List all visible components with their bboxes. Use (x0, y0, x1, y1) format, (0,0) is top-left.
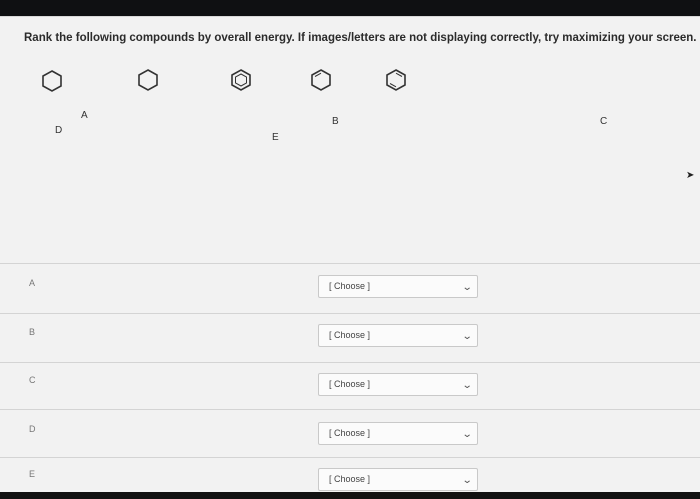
row-label-d: D (29, 424, 36, 434)
rank-select-b[interactable]: [ Choose ] ⌄ (318, 324, 478, 347)
mouse-cursor-icon: ➤ (686, 170, 695, 181)
rank-select-a[interactable]: [ Choose ] ⌄ (318, 275, 478, 298)
molecule-3-image (230, 68, 252, 92)
molecule-1-image (41, 69, 63, 93)
molecule-2-image (137, 68, 159, 92)
rank-select-c[interactable]: [ Choose ] ⌄ (318, 373, 478, 396)
molecule-5-image (385, 68, 407, 92)
hexagon-ring-icon (138, 69, 158, 91)
hexagon-ring-icon (386, 69, 406, 91)
row-label-c: C (29, 375, 36, 385)
chevron-down-icon: ⌄ (461, 475, 473, 486)
molecule-letter-a: A (81, 110, 88, 121)
quiz-page: Rank the following compounds by overall … (0, 16, 700, 493)
rank-select-d[interactable]: [ Choose ] ⌄ (318, 422, 478, 445)
row-divider (0, 362, 700, 363)
hexagon-ring-icon (42, 70, 62, 92)
row-divider (0, 263, 700, 264)
molecule-letter-e: E (272, 132, 279, 143)
row-label-a: A (29, 278, 36, 288)
row-divider (0, 409, 700, 410)
chevron-down-icon: ⌄ (461, 331, 473, 342)
select-placeholder: [ Choose ] (329, 474, 371, 484)
chevron-down-icon: ⌄ (461, 429, 473, 440)
select-placeholder: [ Choose ] (329, 281, 371, 291)
rank-select-e[interactable]: [ Choose ] ⌄ (318, 468, 478, 491)
molecule-letter-b: B (332, 116, 339, 127)
screen-bezel (0, 492, 700, 499)
row-divider (0, 313, 700, 314)
molecule-letter-c: C (600, 116, 608, 127)
select-placeholder: [ Choose ] (329, 330, 371, 340)
molecule-4-image (310, 68, 332, 92)
select-placeholder: [ Choose ] (329, 379, 371, 389)
chevron-down-icon: ⌄ (461, 282, 473, 293)
hexagon-ring-icon (311, 69, 331, 91)
chevron-down-icon: ⌄ (461, 380, 473, 391)
hexagon-ring-icon (231, 69, 251, 91)
molecule-letter-d: D (55, 125, 63, 136)
row-divider (0, 457, 700, 458)
question-text: Rank the following compounds by overall … (24, 32, 697, 44)
row-label-b: B (29, 327, 36, 337)
row-label-e: E (29, 469, 36, 479)
select-placeholder: [ Choose ] (329, 428, 371, 438)
